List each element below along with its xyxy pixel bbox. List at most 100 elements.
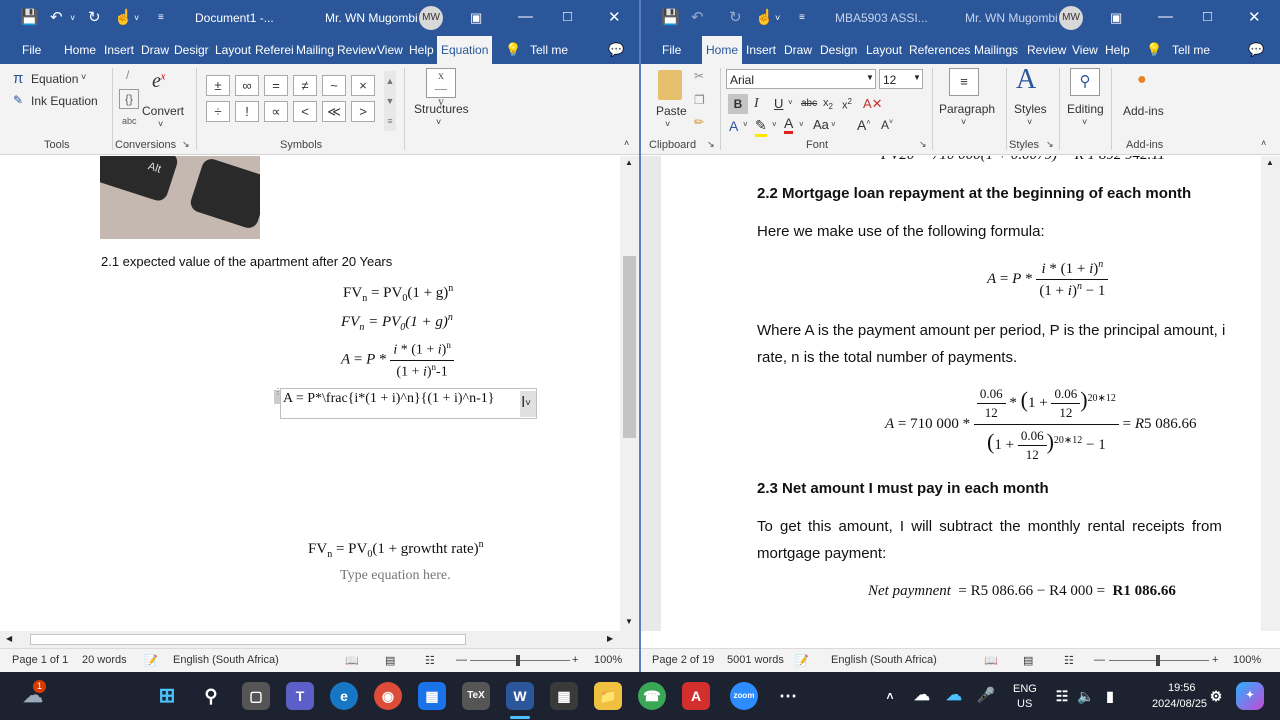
font-size-value[interactable]: 12 xyxy=(883,73,896,87)
symbol-much-less-than[interactable]: ≪ xyxy=(322,101,346,122)
maximize-icon[interactable]: □ xyxy=(563,8,572,25)
zoom-slider-thumb[interactable] xyxy=(1156,655,1160,666)
font-color-dropdown-icon[interactable]: ˅ xyxy=(799,120,804,129)
grow-font-icon[interactable]: A˄ xyxy=(857,117,870,133)
zoom-slider-thumb[interactable] xyxy=(516,655,520,666)
tex-editor-icon[interactable]: TeX xyxy=(462,682,490,710)
scroll-up-icon[interactable]: ▲ xyxy=(625,158,633,167)
text-mode-button[interactable]: abc xyxy=(122,116,137,126)
proofing-icon[interactable]: 📝 xyxy=(795,654,809,667)
copy-icon[interactable]: ❐ xyxy=(694,93,705,107)
tab-home[interactable]: Home xyxy=(64,43,96,57)
tab-draw[interactable]: Draw xyxy=(141,43,169,57)
font-launcher-icon[interactable]: ↘ xyxy=(919,139,927,150)
scroll-left-icon[interactable]: ◀ xyxy=(6,634,12,643)
redo-icon[interactable]: ↻ xyxy=(88,8,101,26)
tab-layout[interactable]: Layout xyxy=(866,43,902,57)
underline-icon[interactable]: U xyxy=(774,96,783,111)
highlight-icon[interactable]: ✎ xyxy=(755,117,767,137)
read-mode-icon[interactable]: 📖 xyxy=(984,654,998,667)
equation-fv-2[interactable]: FVn = PV0(1 + g)n xyxy=(341,312,453,333)
font-color-icon[interactable]: A xyxy=(784,116,794,134)
scroll-thumb[interactable] xyxy=(623,256,636,438)
word-count[interactable]: 20 words xyxy=(82,654,127,666)
touch-dropdown-icon[interactable]: ˅ xyxy=(775,13,780,23)
zoom-slider[interactable] xyxy=(470,660,570,661)
lightbulb-icon[interactable]: 💡 xyxy=(505,42,521,58)
touch-dropdown-icon[interactable]: ˅ xyxy=(134,13,139,23)
equation-button[interactable]: Equation xyxy=(31,72,78,86)
avatar[interactable]: MW xyxy=(419,6,443,30)
zoom-level[interactable]: 100% xyxy=(594,654,622,666)
tab-help[interactable]: Help xyxy=(1105,43,1130,57)
italic-icon[interactable]: I xyxy=(754,96,759,112)
editing-dropdown-icon[interactable]: ˅ xyxy=(1082,117,1087,127)
microphone-icon[interactable]: 🎤 xyxy=(972,682,1000,710)
text-effects-icon[interactable]: A xyxy=(729,118,738,134)
tab-file[interactable]: File xyxy=(662,43,681,57)
copilot-icon[interactable]: ✦ xyxy=(1236,682,1264,710)
tab-design[interactable]: Design xyxy=(820,43,857,57)
lightbulb-icon[interactable]: 💡 xyxy=(1146,42,1162,58)
equation-edit-box[interactable]: ⋮ A = P*\frac{i*(1 + i)^n}{(1 + i)^n-1} … xyxy=(274,388,537,419)
collapse-ribbon-icon[interactable]: ˄ xyxy=(1261,138,1266,148)
tab-review[interactable]: Review xyxy=(1027,43,1066,57)
user-name[interactable]: Mr. WN Mugombi xyxy=(965,11,1058,25)
superscript-icon[interactable]: x2 xyxy=(842,97,852,112)
mortgage-calculation[interactable]: A = 710 000 * 0.06 12 * (1 + 0.06 12)20∗12… xyxy=(885,386,1197,463)
tab-file[interactable]: File xyxy=(22,43,41,57)
symbol-infinity[interactable]: ∞ xyxy=(235,75,259,96)
customize-qat-icon[interactable]: ≡ xyxy=(158,12,164,23)
linear-equation-text[interactable]: A = P*\frac{i*(1 + i)^n}{(1 + i)^n-1} xyxy=(283,391,494,407)
tab-home[interactable]: Home xyxy=(702,36,743,64)
tab-mailings[interactable]: Mailing xyxy=(296,43,334,57)
font-name-value[interactable]: Arial xyxy=(730,73,754,87)
symbol-tilde[interactable]: ~ xyxy=(322,75,346,96)
highlight-dropdown-icon[interactable]: ˅ xyxy=(772,120,777,129)
web-layout-icon[interactable]: ☷ xyxy=(1064,654,1074,667)
minimize-icon[interactable]: — xyxy=(518,8,533,25)
vertical-scrollbar[interactable]: ▲ xyxy=(1261,156,1280,631)
convert-dropdown-icon[interactable]: ˅ xyxy=(158,119,163,129)
document-page[interactable]: PV20 = 710 000(1 + 0.0079) = R 1 892 942… xyxy=(661,156,1261,631)
ribbon-display-icon[interactable]: ▣ xyxy=(470,10,482,26)
show-hidden-icons[interactable]: ˄ xyxy=(876,682,904,710)
close-icon[interactable]: ✕ xyxy=(1248,8,1261,26)
apps-grid-icon[interactable]: ▦ xyxy=(550,682,578,710)
structures-dropdown-icon[interactable]: ˅ xyxy=(436,117,441,127)
styles-dropdown-icon[interactable]: ˅ xyxy=(1027,117,1032,127)
format-painter-icon[interactable]: ✏ xyxy=(694,115,704,129)
editing-button[interactable]: Editing xyxy=(1067,102,1104,116)
clipboard-launcher-icon[interactable]: ↘ xyxy=(707,139,715,150)
font-size-combobox[interactable]: 12 ▼ xyxy=(879,69,923,89)
user-name[interactable]: Mr. WN Mugombi xyxy=(325,11,418,25)
tab-view[interactable]: View xyxy=(377,43,403,57)
notifications-icon[interactable]: ⚙ xyxy=(1202,682,1230,710)
edge-icon[interactable]: e xyxy=(330,682,358,710)
underline-dropdown-icon[interactable]: ˅ xyxy=(788,98,793,107)
task-view-icon[interactable]: ▢ xyxy=(242,682,270,710)
undo-dropdown-icon[interactable]: ˅ xyxy=(70,13,75,23)
tab-view[interactable]: View xyxy=(1072,43,1098,57)
bold-icon[interactable]: B xyxy=(728,94,748,114)
word-icon[interactable]: W xyxy=(506,682,534,710)
onedrive-icon[interactable]: ☁ xyxy=(940,682,968,710)
more-apps-icon[interactable]: ⋯ xyxy=(774,682,802,710)
tab-draw[interactable]: Draw xyxy=(784,43,812,57)
print-layout-icon[interactable]: ▤ xyxy=(1023,654,1033,667)
language-status[interactable]: English (South Africa) xyxy=(173,654,279,666)
zoom-level[interactable]: 100% xyxy=(1233,654,1261,666)
whatsapp-icon[interactable]: ☎ xyxy=(638,682,666,710)
print-layout-icon[interactable]: ▤ xyxy=(385,654,395,667)
vertical-scrollbar[interactable]: ▲ ▼ xyxy=(620,156,639,631)
minimize-icon[interactable]: — xyxy=(1158,8,1173,25)
zoom-app-icon[interactable]: zoom xyxy=(730,682,758,710)
strikethrough-icon[interactable]: abc xyxy=(801,98,817,109)
cloud-icon[interactable]: ☁ xyxy=(908,682,936,710)
collapse-ribbon-icon[interactable]: ˄ xyxy=(624,138,629,148)
tab-references[interactable]: Referei xyxy=(255,43,294,57)
tab-references[interactable]: References xyxy=(909,43,970,57)
paragraph-button[interactable]: Paragraph xyxy=(939,102,995,116)
language-indicator-top[interactable]: ENG xyxy=(1013,683,1037,695)
equation-placeholder[interactable]: Type equation here. xyxy=(340,568,451,584)
